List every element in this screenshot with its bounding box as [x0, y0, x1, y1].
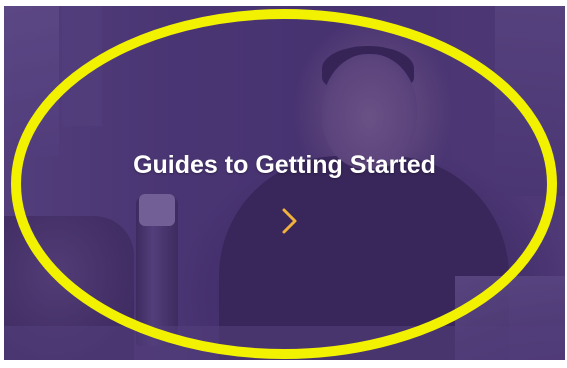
- purple-overlay: [4, 6, 565, 360]
- getting-started-card[interactable]: Guides to Getting Started: [4, 6, 565, 360]
- card-title[interactable]: Guides to Getting Started: [4, 151, 565, 180]
- chevron-right-icon[interactable]: [279, 206, 301, 236]
